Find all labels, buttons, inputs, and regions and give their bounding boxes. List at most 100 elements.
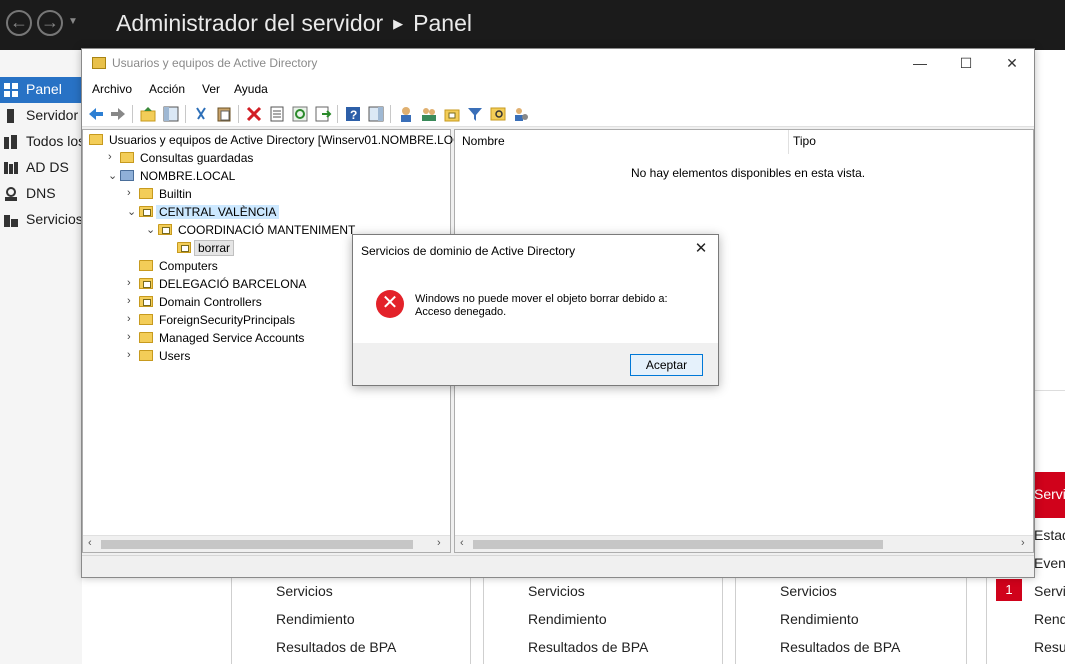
tile-divider: [986, 578, 987, 664]
services-icon: [4, 213, 18, 227]
ou-icon: [139, 206, 153, 217]
tile-link-rendimiento[interactable]: Rendimiento: [276, 611, 355, 627]
sidebar-item-label: AD DS: [26, 159, 69, 175]
back-arrow-icon[interactable]: [87, 105, 105, 123]
tile-link-bpa[interactable]: Resultados de BPA: [528, 639, 648, 655]
add-to-group-icon[interactable]: [512, 105, 530, 123]
tree-node[interactable]: Usuarios y equipos de Active Directory […: [83, 131, 462, 149]
expand-chevron-icon[interactable]: ›: [127, 277, 137, 289]
sidebar-item-panel[interactable]: Panel: [0, 77, 82, 103]
forward-icon[interactable]: →: [37, 10, 63, 36]
ok-button[interactable]: Aceptar: [630, 354, 703, 376]
find-object-icon[interactable]: [489, 105, 507, 123]
new-group-icon[interactable]: [420, 105, 438, 123]
cut-icon[interactable]: [192, 105, 210, 123]
sidebar-item-servidor[interactable]: Servidor: [0, 103, 82, 129]
scrollbar-thumb[interactable]: [101, 540, 413, 549]
tile-link-servicios[interactable]: Servicios: [528, 583, 585, 599]
right-tile-line[interactable]: Servic: [1034, 583, 1065, 599]
export-list-icon[interactable]: [314, 105, 332, 123]
minimize-icon[interactable]: —: [897, 53, 943, 75]
tile-link-rendimiento[interactable]: Rendimiento: [528, 611, 607, 627]
tree-node[interactable]: ⌄ NOMBRE.LOCAL: [83, 167, 450, 185]
sidebar-item-todos[interactable]: Todos los: [0, 129, 82, 155]
filter-icon[interactable]: [466, 105, 484, 123]
server-icon: [4, 109, 18, 123]
ou-icon: [158, 224, 172, 235]
back-icon[interactable]: ←: [6, 10, 32, 36]
column-header-tipo[interactable]: Tipo: [793, 134, 816, 148]
role-tile: Servicios Rendimiento Resultados de BPA: [483, 578, 723, 664]
new-user-icon[interactable]: [397, 105, 415, 123]
forward-arrow-icon[interactable]: [109, 105, 127, 123]
tile-link-rendimiento[interactable]: Rendimiento: [780, 611, 859, 627]
tile-link-bpa[interactable]: Resultados de BPA: [780, 639, 900, 655]
scroll-right-icon[interactable]: ›: [437, 537, 441, 549]
collapse-chevron-icon[interactable]: ⌄: [146, 223, 156, 236]
sidebar-item-servicios[interactable]: Servicios: [0, 207, 82, 233]
menu-archivo[interactable]: Archivo: [92, 82, 132, 96]
folder-icon: [139, 314, 153, 325]
tree-node-label: Users: [159, 349, 191, 363]
up-folder-icon[interactable]: [139, 105, 157, 123]
tree-horizontal-scrollbar[interactable]: ‹ ›: [83, 535, 450, 552]
sidebar-item-ad-ds[interactable]: AD DS: [0, 155, 82, 181]
show-action-pane-icon[interactable]: [367, 105, 385, 123]
new-ou-icon[interactable]: [443, 105, 461, 123]
role-tile: Servicios Rendimiento Resultados de BPA: [231, 578, 471, 664]
scrollbar-thumb[interactable]: [473, 540, 883, 549]
right-tile-line[interactable]: Estad: [1034, 527, 1065, 543]
expand-chevron-icon[interactable]: ›: [127, 187, 137, 199]
tile-link-servicios[interactable]: Servicios: [276, 583, 333, 599]
tile-link-bpa[interactable]: Resultados de BPA: [276, 639, 396, 655]
menu-ayuda[interactable]: Ayuda: [234, 82, 268, 96]
column-divider[interactable]: [788, 130, 789, 154]
folder-icon: [120, 152, 134, 163]
sidebar-item-dns[interactable]: DNS: [0, 181, 82, 207]
menu-accion[interactable]: Acción: [149, 82, 185, 96]
svg-text:?: ?: [350, 108, 357, 122]
collapse-chevron-icon[interactable]: ⌄: [127, 205, 137, 218]
help-icon[interactable]: ?: [344, 105, 362, 123]
toolbar: ?: [82, 101, 1034, 127]
history-dropdown-icon[interactable]: ▼: [68, 16, 78, 27]
expand-chevron-icon[interactable]: ›: [127, 349, 137, 361]
dialog-title: Servicios de dominio de Active Directory: [361, 244, 576, 258]
close-icon[interactable]: ✕: [989, 53, 1035, 75]
toolbar-separator: [238, 105, 239, 123]
tree-node[interactable]: ⌄ CENTRAL VALÈNCIA: [83, 203, 450, 221]
right-tile-header[interactable]: Servi: [1034, 472, 1065, 518]
properties-icon[interactable]: [268, 105, 286, 123]
tree-node[interactable]: › Consultas guardadas: [83, 149, 450, 167]
column-header-nombre[interactable]: Nombre: [462, 134, 505, 148]
expand-chevron-icon[interactable]: ›: [108, 151, 118, 163]
show-hide-tree-icon[interactable]: [162, 105, 180, 123]
maximize-icon[interactable]: ☐: [943, 53, 989, 75]
collapse-chevron-icon[interactable]: ⌄: [108, 169, 118, 182]
paste-icon[interactable]: [215, 105, 233, 123]
tree-node-label: borrar: [194, 240, 235, 256]
expand-chevron-icon[interactable]: ›: [127, 313, 137, 325]
toolbar-separator: [185, 105, 186, 123]
folder-icon: [139, 260, 153, 271]
error-message-line: Windows no puede mover el objeto borrar …: [415, 293, 668, 305]
results-horizontal-scrollbar[interactable]: ‹ ›: [455, 535, 1033, 552]
scroll-left-icon[interactable]: ‹: [460, 537, 464, 549]
tile-link-servicios[interactable]: Servicios: [780, 583, 837, 599]
menu-ver[interactable]: Ver: [202, 82, 220, 96]
right-tile-line[interactable]: Event: [1034, 555, 1065, 571]
expand-chevron-icon[interactable]: ›: [127, 295, 137, 307]
expand-chevron-icon[interactable]: ›: [127, 331, 137, 343]
dialog-close-icon[interactable]: ✕: [690, 239, 712, 261]
toolbar-separator: [132, 105, 133, 123]
aduc-root-icon: [89, 134, 103, 145]
tree-node[interactable]: › Builtin: [83, 185, 450, 203]
right-tile-line[interactable]: Rendi: [1034, 611, 1065, 627]
refresh-icon[interactable]: [291, 105, 309, 123]
page-title: Administrador del servidor ▶ Panel: [116, 10, 472, 37]
right-tile-line[interactable]: Resul: [1034, 639, 1065, 655]
delete-icon[interactable]: [245, 105, 263, 123]
ou-icon: [177, 242, 191, 253]
scroll-right-icon[interactable]: ›: [1021, 537, 1025, 549]
scroll-left-icon[interactable]: ‹: [88, 537, 92, 549]
